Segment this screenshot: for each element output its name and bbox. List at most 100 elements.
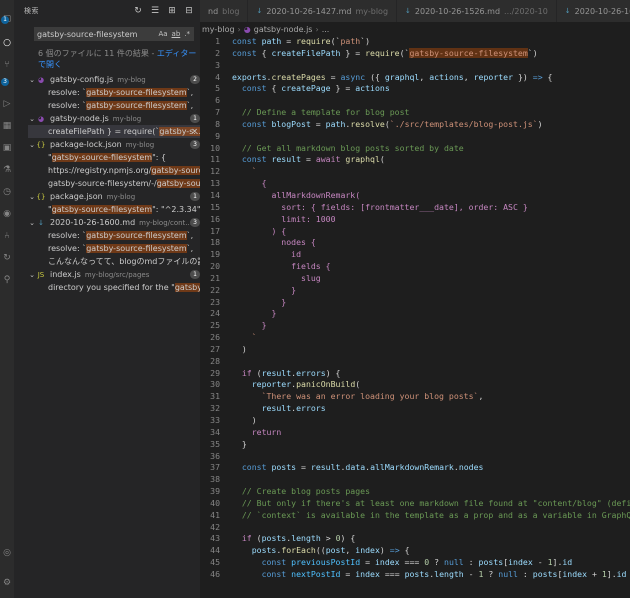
line-content: const path = require(`path`) [220,36,370,48]
chevron-down-icon[interactable]: ⌄ [28,219,36,227]
collapse-all-icon[interactable]: ⊟ [184,6,194,16]
result-match-row[interactable]: https://registry.npmjs.org/gatsby-source… [28,164,200,177]
chevron-down-icon[interactable]: ⌄ [28,115,36,123]
code-line: 26 ` [200,332,630,344]
line-content: // `context` is available in the templat… [220,510,630,522]
line-number: 38 [210,474,220,485]
match-highlight: gatsby-source-filesystem [51,153,153,162]
js-icon: JS [37,270,45,279]
code-token: const [261,568,292,579]
github-icon[interactable]: ◉ [2,209,12,219]
result-match-row[interactable]: resolve: ` gatsby-source-filesystem `, [28,86,200,99]
search-input-value: gatsby-source-filesystem [37,29,138,39]
code-token: async [340,71,366,82]
live-share-icon[interactable]: ↻ [2,253,12,263]
chevron-down-icon[interactable]: ⌄ [28,141,36,149]
code-token: ? [483,568,499,579]
code-token: path [325,118,346,129]
code-token: createPage [281,83,331,94]
code-token: actions [355,83,390,94]
source-control-icon[interactable]: ⑂ [2,60,12,70]
editor-tab[interactable]: nd blog [200,0,249,22]
code-token: : [463,557,479,568]
chevron-down-icon[interactable]: ⌄ [28,193,36,201]
line-number: 39 [210,486,220,497]
extensions-icon[interactable]: ▦ [2,121,12,131]
result-file-path: my-blog [125,140,155,149]
result-match-row[interactable]: createFilePath } = require(` gatsby-s... ✕ [28,125,200,138]
code-token: === [399,557,425,568]
editor-tab[interactable]: ↓ 2020-10-26-1427.md my-blog [248,0,398,22]
tab-name: 2020-10-26-1526.md [414,6,501,16]
chevron-down-icon[interactable]: ⌄ [28,271,36,279]
code-line: 15 sort: { fields: [frontmatter___date],… [200,202,630,214]
new-search-editor-icon[interactable]: ⊞ [167,6,177,16]
clear-results-icon[interactable]: ☰ [150,6,160,16]
match-case-toggle[interactable]: Aa [158,30,167,38]
result-file-row[interactable]: ⌄ ◕ gatsby-node.js my-blog 1 [28,112,200,125]
code-token: allMarkdownRemark [370,462,454,473]
debug-icon[interactable]: ▷ [2,99,12,109]
result-match-row[interactable]: directory you specified for the "gatsby-… [28,281,200,294]
line-number: 23 [210,296,220,307]
breadcrumb: my-blog › ◕ gatsby-node.js › ... [200,22,630,36]
refresh-icon[interactable]: ↻ [133,6,143,16]
code-token: posts [404,568,430,579]
timeline-icon[interactable]: ◷ [2,187,12,197]
line-number: 24 [210,308,220,319]
line-number: 21 [210,272,220,283]
code-token: > [320,533,336,544]
line-content: slug [220,273,321,285]
result-file-row[interactable]: ⌄ ◕ gatsby-config.js my-blog 2 [28,73,200,86]
result-match-row[interactable]: resolve: ` gatsby-source-filesystem `, [28,99,200,112]
line-number: 41 [210,509,220,520]
settings-icon[interactable]: ⚙ [2,578,12,588]
editor-tab[interactable]: ↓ 2020-10-26-1526.md .../2020-10 [397,0,557,22]
code-token: `) [360,36,371,46]
code-line: 4 exports.createPages = async ({ graphql,… [200,72,630,84]
result-match-row[interactable]: " gatsby-source-filesystem ": "^2.3.34", [28,203,200,216]
code-editor[interactable]: 1 const path = require(`path`) 2 const { cr… [200,36,630,581]
code-token: posts [251,545,277,556]
search-icon[interactable]: ○ [2,38,12,48]
result-file-row[interactable]: ⌄ JS index.js my-blog/src/pages 1 [28,268,200,281]
result-file-path: my-blog/cont... [139,218,192,227]
code-line: 6 [200,95,630,107]
result-match-row[interactable]: resolve: ` gatsby-source-filesystem `, [28,242,200,255]
result-count-badge: 3 [190,218,200,227]
match-highlight: gatsby-source-filesystem [86,101,187,110]
match-word-toggle[interactable]: ab [172,30,181,38]
regex-toggle[interactable]: .* [184,30,190,38]
result-file-row[interactable]: ⌄{} package-lock.json my-blog 3 [28,138,200,151]
test-icon[interactable]: ⚗ [2,165,12,175]
code-token: null [498,568,518,579]
code-line: 28 [200,356,630,368]
result-match-row[interactable]: " gatsby-source-filesystem ": { [28,151,200,164]
match-highlight: gatsby-so... [174,283,200,292]
search-input[interactable]: gatsby-source-filesystem Aa ab .* [34,27,194,41]
account-icon[interactable]: ◎ [2,548,12,558]
results-summary: 6 個のファイルに 11 件の結果 - エディターで開く [38,48,198,70]
branch-icon[interactable]: ⑃ [2,231,12,241]
result-match-row[interactable]: resolve: ` gatsby-source-filesystem `, [28,229,200,242]
breadcrumb-folder[interactable]: my-blog [202,25,235,34]
remote-icon[interactable]: ▣ [2,143,12,153]
result-match-row[interactable]: gatsby-source-filesystem/-/gatsby-source… [28,177,200,190]
breadcrumb-file[interactable]: gatsby-node.js [254,25,313,34]
dismiss-match-icon[interactable]: ✕ [191,127,198,136]
editor-tab[interactable]: ↓2020-10-26-1600.mdmy-blog [556,0,630,22]
match-prefix: createFilePath } = require(` [48,127,160,136]
code-token: length [291,533,321,544]
breadcrumb-trail[interactable]: ... [322,25,330,34]
code-token: // `context` is available in the templat… [232,509,630,520]
result-file-row[interactable]: ⌄ ↓ 2020-10-26-1600.md my-blog/cont... 3 [28,216,200,229]
code-token: ) [232,415,257,425]
chevron-down-icon[interactable]: ⌄ [28,76,36,84]
result-file-row[interactable]: ⌄{} package.json my-blog 1 [28,190,200,203]
result-match-row[interactable]: こんなんなってて、blogのmdファイルの読... [28,255,200,268]
extra-icon[interactable]: ⚲ [2,275,12,285]
